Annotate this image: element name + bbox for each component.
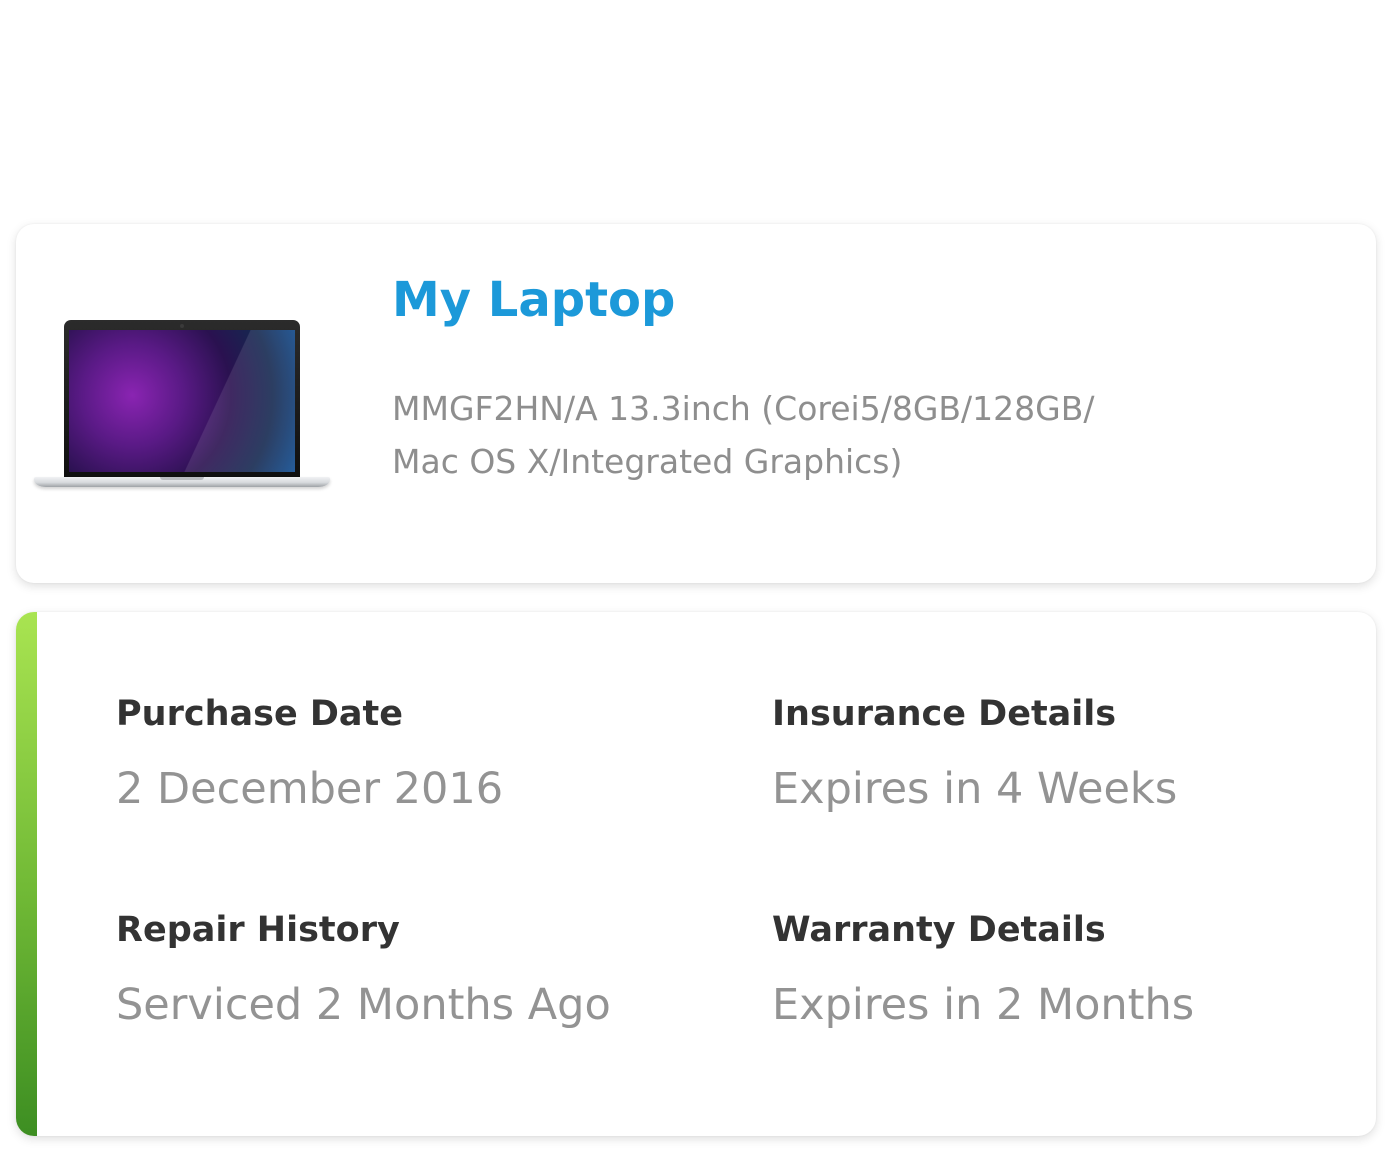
warranty-details-block[interactable]: Warranty Details Expires in 2 Months	[772, 908, 1194, 1032]
insurance-details-block[interactable]: Insurance Details Expires in 4 Weeks	[772, 692, 1177, 816]
warranty-details-value: Expires in 2 Months	[772, 980, 1195, 1030]
purchase-date-block[interactable]: Purchase Date 2 December 2016	[116, 692, 503, 816]
repair-history-block[interactable]: Repair History Serviced 2 Months Ago	[116, 908, 611, 1032]
insurance-details-value: Expires in 4 Weeks	[772, 764, 1178, 814]
laptop-lid	[64, 320, 300, 480]
repair-history-label: Repair History	[116, 910, 400, 950]
device-name: My Laptop	[392, 272, 676, 328]
laptop-image	[34, 320, 330, 492]
accent-bar	[16, 612, 37, 1136]
device-card[interactable]: My Laptop MMGF2HN/A 13.3inch (Corei5/8GB…	[16, 224, 1376, 583]
page: My Laptop MMGF2HN/A 13.3inch (Corei5/8GB…	[0, 0, 1392, 1160]
device-specs-line-1: MMGF2HN/A 13.3inch (Corei5/8GB/128GB/	[392, 389, 1095, 428]
device-specs-line-2: Mac OS X/Integrated Graphics)	[392, 442, 903, 481]
details-card: Purchase Date 2 December 2016 Insurance …	[16, 612, 1376, 1136]
warranty-details-label: Warranty Details	[772, 910, 1106, 950]
purchase-date-value: 2 December 2016	[116, 764, 504, 814]
laptop-screen	[69, 330, 295, 472]
device-specs: MMGF2HN/A 13.3inch (Corei5/8GB/128GB/Mac…	[392, 382, 1252, 488]
repair-history-value: Serviced 2 Months Ago	[116, 980, 611, 1030]
laptop-camera	[180, 324, 184, 328]
insurance-details-label: Insurance Details	[772, 694, 1117, 734]
laptop-notch	[160, 477, 204, 480]
purchase-date-label: Purchase Date	[116, 694, 404, 734]
